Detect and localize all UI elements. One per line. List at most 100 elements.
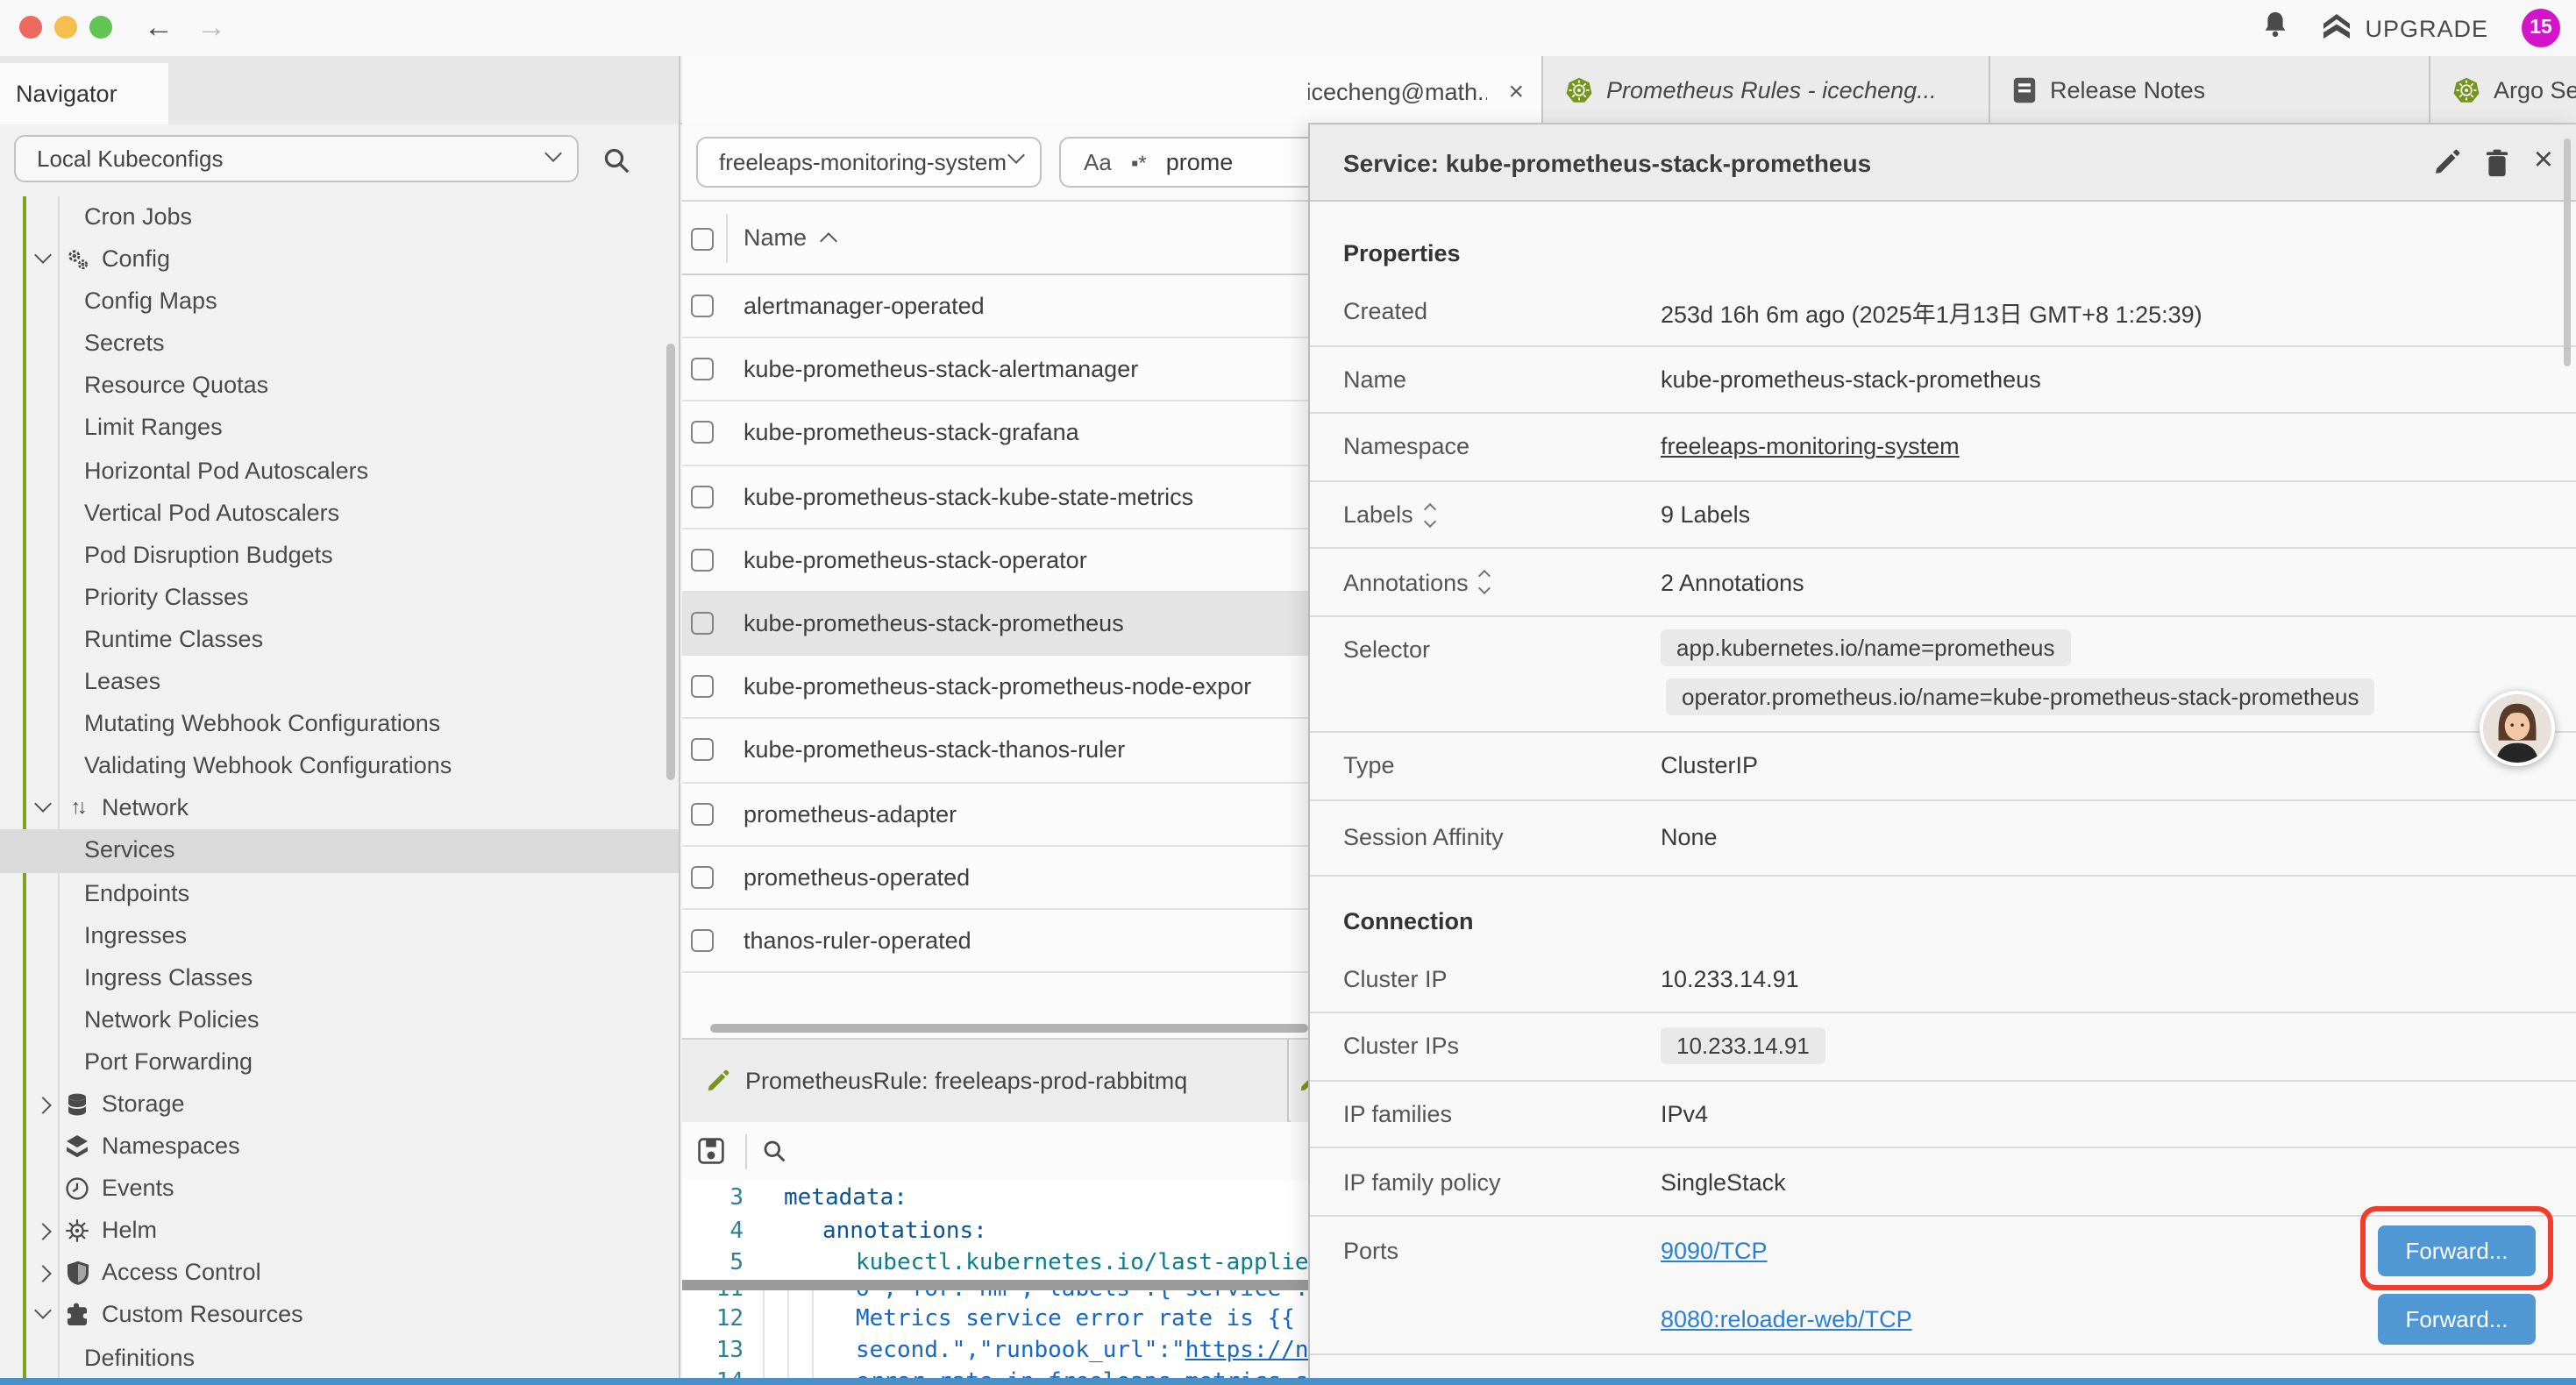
close-icon[interactable]: × <box>1508 78 1524 104</box>
sidebar-item-helm[interactable]: Helm <box>0 1211 679 1253</box>
regex-toggle[interactable]: ▪* <box>1131 150 1147 174</box>
sidebar-item-pod-disruption-budgets[interactable]: Pod Disruption Budgets <box>0 535 679 577</box>
runbook-url-link[interactable]: https://net <box>1185 1338 1308 1364</box>
kubeconfig-selector[interactable]: Local Kubeconfigs <box>14 135 579 182</box>
sidebar-item-secrets[interactable]: Secrets <box>0 323 679 366</box>
chevron-down-icon[interactable] <box>34 796 52 813</box>
table-horizontal-scrollbar[interactable] <box>710 1024 1308 1033</box>
back-button[interactable]: ← <box>144 0 174 56</box>
sidebar-item-vertical-pod-autoscalers[interactable]: Vertical Pod Autoscalers <box>0 492 679 534</box>
namespace-selector[interactable]: freeleaps-monitoring-system <box>696 137 1042 188</box>
sidebar-item-namespaces[interactable]: Namespaces <box>0 1126 679 1168</box>
sidebar-item-ingress-classes[interactable]: Ingress Classes <box>0 956 679 998</box>
chevron-right-icon[interactable] <box>34 1224 52 1241</box>
window-zoom-button[interactable] <box>89 16 112 39</box>
upgrade-button[interactable]: UPGRADE <box>2321 11 2488 45</box>
table-row[interactable]: prometheus-operated <box>682 846 1308 909</box>
row-checkbox[interactable] <box>691 802 714 825</box>
table-row[interactable]: kube-prometheus-stack-thanos-ruler <box>682 720 1308 783</box>
row-checkbox[interactable] <box>691 422 714 444</box>
sidebar-item-access-control[interactable]: Access Control <box>0 1253 679 1295</box>
notification-count-badge[interactable]: 15 <box>2522 9 2560 47</box>
row-checkbox[interactable] <box>691 549 714 572</box>
table-row[interactable]: kube-prometheus-stack-prometheus-node-ex… <box>682 656 1308 719</box>
sidebar-item-leases[interactable]: Leases <box>0 661 679 703</box>
sidebar-item-ingresses[interactable]: Ingresses <box>0 914 679 956</box>
forward-button[interactable]: Forward... <box>2378 1294 2536 1345</box>
table-row[interactable]: thanos-ruler-operated <box>682 910 1308 973</box>
editor-search-icon[interactable] <box>763 1140 786 1171</box>
window-minimize-button[interactable] <box>54 16 77 39</box>
sidebar-item-config[interactable]: Config <box>0 238 679 281</box>
editor-horizontal-scrollbar[interactable] <box>682 1280 1308 1289</box>
notifications-bell-icon[interactable] <box>2261 10 2288 46</box>
table-row[interactable]: kube-prometheus-stack-operator <box>682 529 1308 593</box>
editor-tab-partial[interactable] <box>1291 1040 1308 1122</box>
sidebar-item-port-forwarding[interactable]: Port Forwarding <box>0 1041 679 1083</box>
navigator-scrollbar[interactable] <box>666 344 675 780</box>
name-column-header[interactable]: Name <box>744 202 807 275</box>
port-link[interactable]: 8080:reloader-web/TCP <box>1661 1306 1912 1332</box>
tab-prometheus-rules-icecheng[interactable]: Prometheus Rules - icecheng... <box>1543 56 1990 124</box>
close-icon[interactable]: × <box>2534 124 2553 198</box>
editor-tab[interactable]: PrometheusRule: freeleaps-prod-rabbitmq <box>682 1040 1289 1122</box>
row-checkbox[interactable] <box>691 295 714 317</box>
sort-ascending-icon[interactable] <box>820 232 837 250</box>
navigator-search-icon[interactable] <box>603 147 630 182</box>
sidebar-item-horizontal-pod-autoscalers[interactable]: Horizontal Pod Autoscalers <box>0 450 679 492</box>
tab-argo-se[interactable]: Argo Se <box>2430 56 2576 124</box>
table-row[interactable]: kube-prometheus-stack-alertmanager <box>682 338 1308 401</box>
sidebar-item-config-maps[interactable]: Config Maps <box>0 281 679 323</box>
select-all-checkbox[interactable] <box>691 228 714 251</box>
user-avatar[interactable] <box>2480 691 2555 766</box>
row-checkbox[interactable] <box>691 739 714 762</box>
row-checkbox[interactable] <box>691 865 714 888</box>
sort-updown-icon[interactable] <box>1426 504 1434 525</box>
edit-pencil-icon[interactable] <box>2434 149 2460 184</box>
window-close-button[interactable] <box>19 16 42 39</box>
sidebar-item-runtime-classes[interactable]: Runtime Classes <box>0 619 679 661</box>
chevron-right-icon[interactable] <box>34 1097 52 1114</box>
drawer-scrollbar[interactable] <box>2564 138 2571 366</box>
chevron-down-icon[interactable] <box>34 246 52 264</box>
sidebar-item-limit-ranges[interactable]: Limit Ranges <box>0 408 679 450</box>
sidebar-item-endpoints[interactable]: Endpoints <box>0 872 679 914</box>
sidebar-item-custom-resources[interactable]: Custom Resources <box>0 1295 679 1337</box>
table-row[interactable]: kube-prometheus-stack-prometheus <box>682 593 1308 656</box>
table-row[interactable]: kube-prometheus-stack-grafana <box>682 402 1308 465</box>
chevron-down-icon[interactable] <box>34 1303 52 1320</box>
delete-trash-icon[interactable] <box>2485 149 2509 186</box>
row-checkbox[interactable] <box>691 675 714 698</box>
tab-release-notes[interactable]: Release Notes <box>1990 56 2430 124</box>
navigator-title: Navigator <box>16 81 117 107</box>
sidebar-item-definitions[interactable]: Definitions <box>0 1337 679 1378</box>
forward-button[interactable]: → <box>196 0 226 56</box>
property-row-annotations: Annotations2 Annotations <box>1310 550 2576 617</box>
row-checkbox[interactable] <box>691 358 714 380</box>
sidebar-item-network-policies[interactable]: Network Policies <box>0 999 679 1041</box>
sort-updown-icon[interactable] <box>1481 572 1490 593</box>
sidebar-item-storage[interactable]: Storage <box>0 1083 679 1126</box>
navigator-tab[interactable]: Navigator <box>0 63 168 124</box>
match-case-toggle[interactable]: Aa <box>1084 149 1112 175</box>
sidebar-item-priority-classes[interactable]: Priority Classes <box>0 577 679 619</box>
table-row[interactable]: kube-prometheus-stack-kube-state-metrics <box>682 465 1308 529</box>
namespace-link[interactable]: freeleaps-monitoring-system <box>1661 434 1960 460</box>
table-row[interactable]: prometheus-adapter <box>682 783 1308 846</box>
save-icon[interactable] <box>698 1138 724 1173</box>
sidebar-item-validating-webhook-configurations[interactable]: Validating Webhook Configurations <box>0 745 679 787</box>
yaml-editor[interactable]: 3metadata:4annotations:5kubectl.kubernet… <box>682 1180 1308 1378</box>
table-search-input[interactable]: Aa ▪* prome <box>1059 137 1308 188</box>
sidebar-item-resource-quotas[interactable]: Resource Quotas <box>0 366 679 408</box>
row-checkbox[interactable] <box>691 929 714 952</box>
port-link[interactable]: 9090/TCP <box>1661 1238 1768 1264</box>
sidebar-item-network[interactable]: ↑↓Network <box>0 788 679 830</box>
sidebar-item-mutating-webhook-configurations[interactable]: Mutating Webhook Configurations <box>0 703 679 745</box>
sidebar-item-events[interactable]: Events <box>0 1168 679 1210</box>
row-checkbox[interactable] <box>691 485 714 508</box>
chevron-right-icon[interactable] <box>34 1266 52 1283</box>
row-checkbox[interactable] <box>691 612 714 635</box>
table-row[interactable]: alertmanager-operated <box>682 275 1308 338</box>
sidebar-item-cron-jobs[interactable]: Cron Jobs <box>0 196 679 238</box>
sidebar-item-services[interactable]: Services <box>0 830 679 872</box>
